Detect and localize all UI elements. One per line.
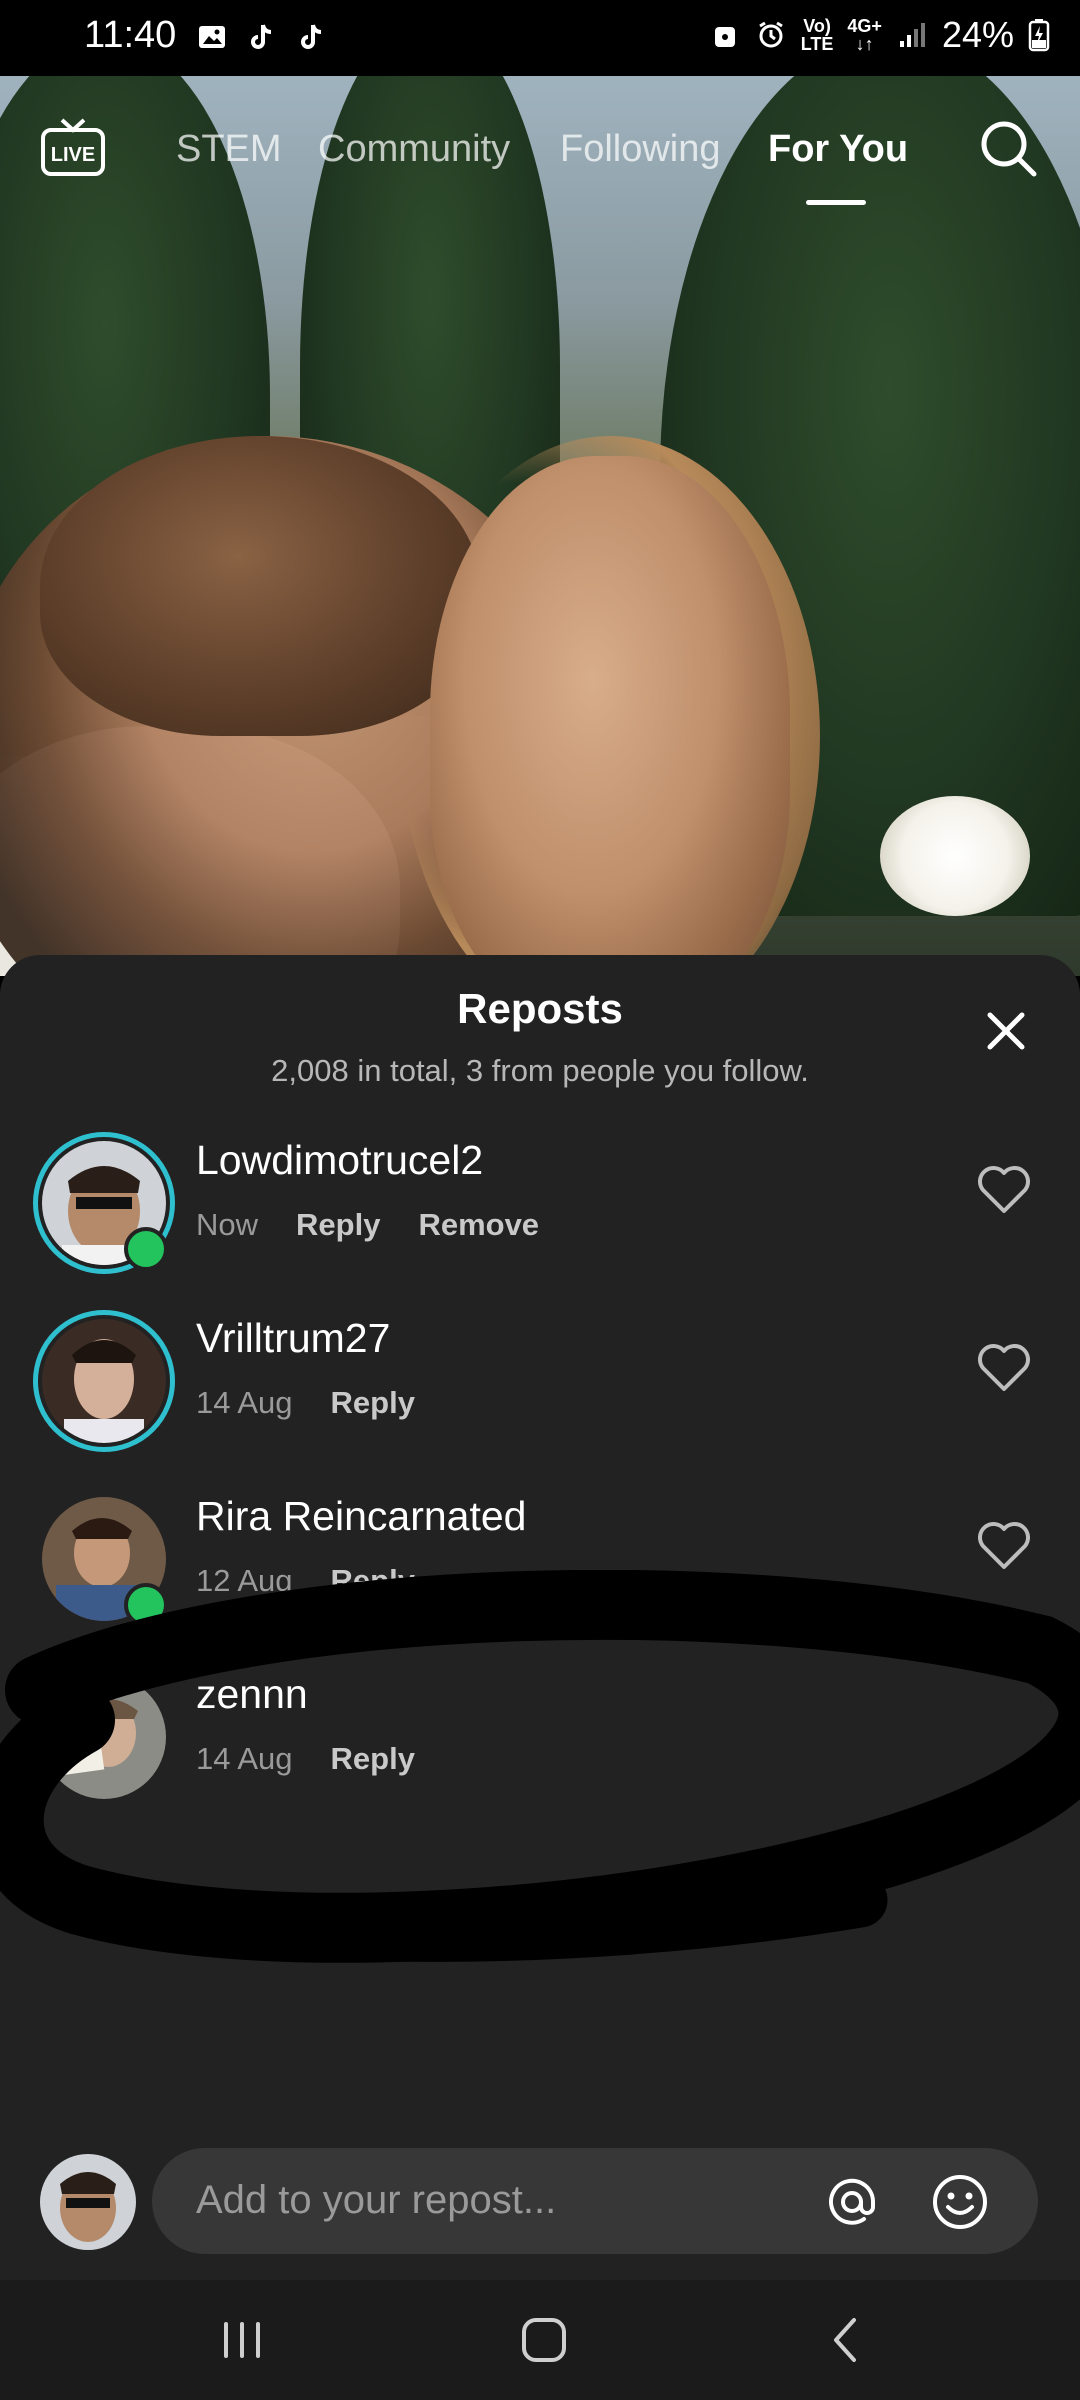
like-heart-icon[interactable] [976,1163,1032,1215]
username[interactable]: Lowdimotrucel2 [196,1137,483,1184]
clock: 11:40 [84,14,177,56]
lock-icon [714,27,735,47]
timestamp: 14 Aug [196,1741,293,1776]
status-bar: 11:40 Vo) LTE 4G+ ↓↑ 24% [0,0,1080,76]
repost-meta: 12 Aug Reply [196,1563,415,1599]
repost-meta: 14 Aug Reply [196,1385,415,1421]
home-icon[interactable] [514,2310,574,2370]
active-tab-indicator [806,200,866,205]
reposts-summary: 2,008 in total, 3 from people you follow… [271,1053,809,1088]
timestamp: 14 Aug [196,1385,293,1420]
search-icon[interactable] [978,118,1038,178]
reply-button[interactable]: Reply [331,1563,415,1599]
volte-top: Vo) [803,16,831,36]
tiktok-icon [251,24,272,49]
live-label: LIVE [51,144,95,166]
avatar[interactable] [42,1319,166,1443]
flower [880,796,1030,916]
data-type: 4G+ [847,16,882,36]
username[interactable]: Vrilltrum27 [196,1315,390,1362]
my-avatar [40,2154,136,2250]
emoji-icon[interactable] [930,2172,990,2232]
repost-meta: 14 Aug Reply [196,1741,415,1777]
volte-indicator: Vo) LTE [801,17,834,53]
signal-icon [899,23,925,47]
tab-community[interactable]: Community [318,128,510,171]
close-icon[interactable] [976,1001,1036,1061]
avatar[interactable] [42,1675,166,1799]
video-player[interactable] [0,76,1080,976]
remove-button[interactable]: Remove [418,1207,539,1243]
repost-row[interactable]: Vrilltrum27 14 Aug Reply [0,1301,1080,1461]
notification-icons [196,20,328,54]
repost-row[interactable]: Rira Reincarnated 12 Aug Reply [0,1479,1080,1639]
tab-following[interactable]: Following [560,128,721,171]
reply-button[interactable]: Reply [296,1207,380,1243]
back-icon[interactable] [816,2310,876,2370]
battery-percent: 24% [941,14,1014,55]
data-indicator: 4G+ ↓↑ [847,17,882,53]
tiktok-icon [301,24,322,49]
gallery-icon [199,26,225,48]
reply-button[interactable]: Reply [331,1741,415,1777]
like-heart-icon[interactable] [976,1519,1032,1571]
repost-row[interactable]: Lowdimotrucel2 Now Reply Remove [0,1123,1080,1283]
mention-icon[interactable] [822,2172,882,2232]
username[interactable]: zennn [196,1671,308,1718]
reply-button[interactable]: Reply [331,1385,415,1421]
alarm-icon [758,21,783,48]
repost-row[interactable]: zennn 14 Aug Reply [0,1657,1080,1817]
online-indicator [124,1227,168,1271]
recent-apps-icon[interactable] [212,2310,272,2370]
system-icons: Vo) LTE 4G+ ↓↑ 24% [709,14,1050,56]
timestamp: Now [196,1207,259,1242]
sheet-title: Reposts [457,985,623,1032]
username[interactable]: Rira Reincarnated [196,1493,526,1540]
live-icon[interactable]: LIVE [40,118,106,178]
battery-charging-icon [1028,19,1050,52]
input-placeholder: Add to your repost... [196,2178,557,2222]
volte-bottom: LTE [800,34,834,54]
tab-for-you[interactable]: For You [768,128,908,171]
data-arrows-icon: ↓↑ [855,34,874,54]
repost-meta: Now Reply Remove [196,1207,539,1243]
system-nav-bar [0,2280,1080,2400]
tab-stem[interactable]: STEM [176,128,282,171]
timestamp: 12 Aug [196,1563,293,1598]
online-indicator [124,1583,168,1627]
top-nav: LIVE STEM Community Following For You [0,118,1080,205]
repost-comment-input[interactable]: Add to your repost... [152,2148,1038,2254]
video-subject [430,456,790,976]
like-heart-icon[interactable] [976,1341,1032,1393]
